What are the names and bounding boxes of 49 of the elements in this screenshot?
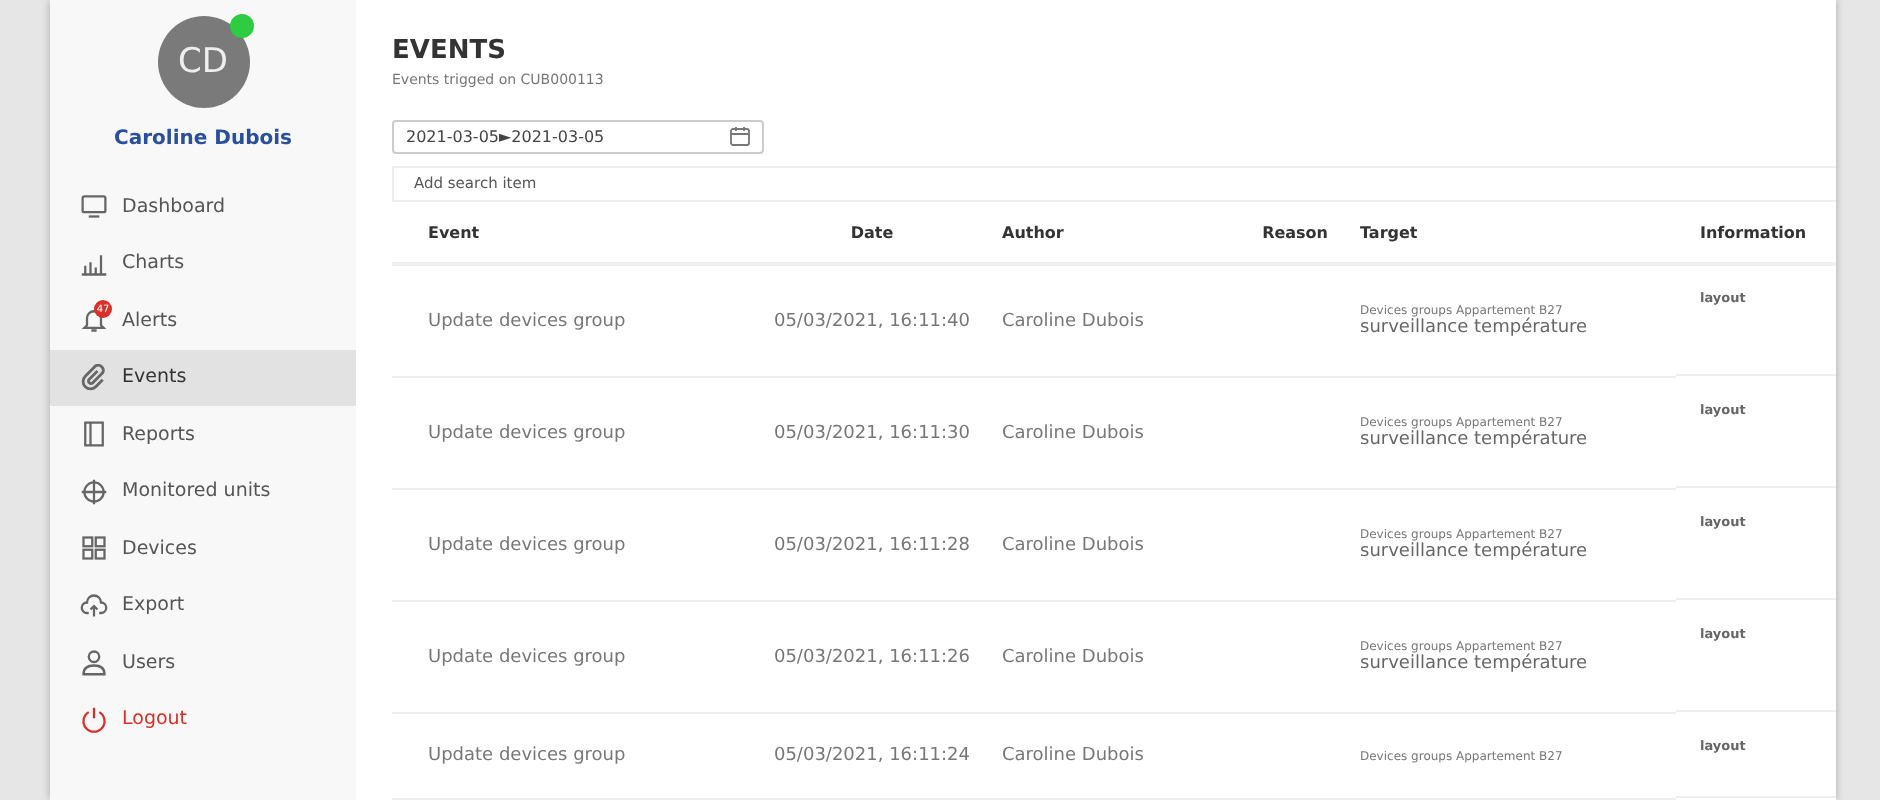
sidebar-item[interactable]: Users [50, 634, 356, 691]
table-cell: 05/03/2021, 16:11:28 [742, 490, 1002, 602]
sidebar-item[interactable]: Charts [50, 235, 356, 292]
user-icon [80, 648, 108, 677]
cloud-upload-icon [80, 591, 108, 620]
table-cell: Caroline Dubois [1002, 714, 1226, 800]
bell-icon [80, 306, 108, 335]
target-name: surveillance température [1360, 430, 1588, 450]
book-icon [80, 420, 108, 449]
table-cell: Caroline Dubois [1002, 490, 1226, 602]
table-cell: Update devices group [392, 266, 742, 378]
sidebar-item[interactable]: Events [50, 349, 356, 406]
table-cell: Update devices group [392, 490, 742, 602]
sidebar-item[interactable]: Reports [50, 406, 356, 463]
power-icon [80, 705, 108, 734]
column-header: Author [1002, 202, 1226, 266]
table-cell: Caroline Dubois [1002, 378, 1226, 490]
calendar-icon [730, 126, 750, 147]
table-cell: 05/03/2021, 16:11:26 [742, 602, 1002, 714]
column-header: Event [392, 202, 742, 266]
column-header: Information [1676, 202, 1836, 266]
column-header: Target [1336, 202, 1676, 266]
column-header: Reason [1226, 202, 1336, 266]
table-cell: Caroline Dubois [1002, 266, 1226, 378]
table-cell: 05/03/2021, 16:11:30 [742, 378, 1002, 490]
table-cell: Update devices group [392, 378, 742, 490]
sidebar-item[interactable]: Monitored units [50, 463, 356, 520]
column-header: Date [742, 202, 1002, 266]
bar-chart-icon [80, 249, 108, 278]
sidebar-item[interactable]: Logout [50, 691, 356, 748]
target-name: surveillance température [1360, 654, 1588, 674]
table-cell: 05/03/2021, 16:11:24 [742, 714, 1002, 800]
table-cell: Update devices group [392, 602, 742, 714]
avatar: CD [157, 16, 249, 108]
sidebar-item[interactable]: Dashboard [50, 178, 356, 235]
target-name: surveillance température [1360, 542, 1588, 562]
user-name: Caroline Dubois [114, 128, 292, 150]
crosshair-icon [80, 477, 108, 506]
paperclip-icon [80, 363, 108, 392]
sidebar-item[interactable]: Export [50, 577, 356, 634]
table-cell: Update devices group [392, 714, 742, 800]
page-title: EVENTS [392, 36, 508, 66]
monitor-icon [80, 192, 108, 221]
grid-icon [80, 534, 108, 563]
sidebar-item[interactable]: Devices [50, 520, 356, 577]
table-cell: 05/03/2021, 16:11:40 [742, 266, 1002, 378]
target-name: surveillance température [1360, 318, 1588, 338]
date-range-field[interactable]: 2021-03-05►2021-03-05 [392, 120, 764, 154]
table-cell: Caroline Dubois [1002, 602, 1226, 714]
